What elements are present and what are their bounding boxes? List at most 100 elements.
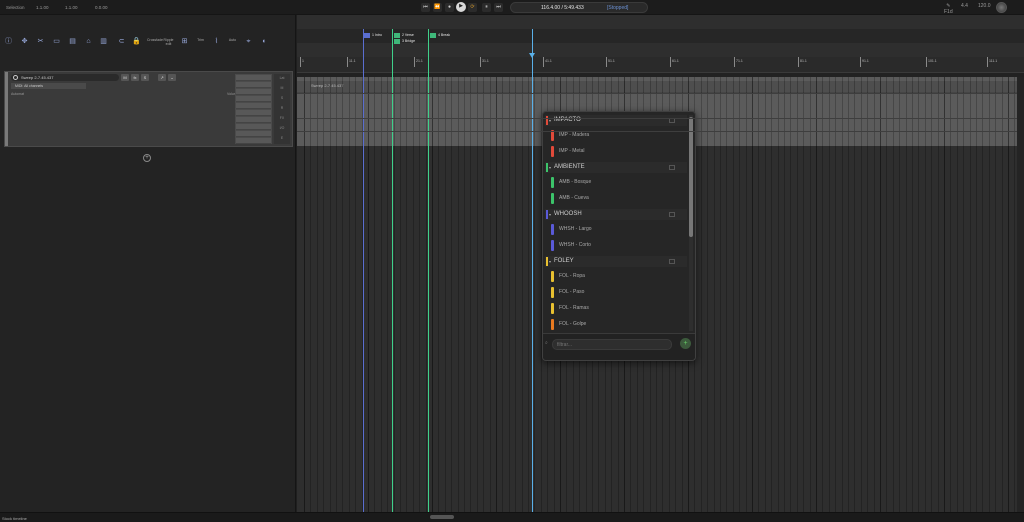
master-volume-knob[interactable] [996,2,1007,13]
move-tool-icon[interactable]: ✥ [19,36,30,47]
go-to-start-button[interactable]: ⏮ [421,3,430,12]
category-header[interactable]: ▾ WHOOSH [545,209,687,220]
marker-flag[interactable]: 1 Intro [363,32,383,38]
fx-button[interactable]: fx [131,74,139,81]
split-tool-icon[interactable]: ▥ [98,36,109,47]
playhead-icon[interactable] [529,53,535,58]
playhead-line[interactable] [532,29,533,512]
record-arm-icon[interactable] [13,75,18,80]
category-item[interactable]: WHSH - Largo [545,222,687,236]
filter-input[interactable] [552,339,672,350]
trim-tool[interactable]: Trim [195,38,206,49]
marker-line[interactable] [392,29,393,512]
category-item[interactable]: FOL - Ropa [545,269,687,283]
crossfade-tool[interactable]: Crossfade [147,38,163,49]
category-header[interactable]: ▾ FOLEY [545,256,687,267]
horizontal-scroll-thumb[interactable] [430,515,454,519]
chevron-down-icon[interactable]: ▾ [549,209,551,220]
popup-scroll-thumb[interactable] [689,117,693,237]
track-header[interactable]: Sweep 2-7.45.437 M fx S ↗ ⌄ MIDI: All ch… [4,71,293,147]
metronome-icon[interactable]: ⌖ [243,36,254,47]
marker-lane[interactable]: 1 Intro 2 Verse 3 Bridge 4 Break [297,29,1024,44]
loop-button[interactable]: ⟳ [468,3,477,12]
status-text: Stock timeline [2,516,27,521]
grid-icon[interactable]: 4.4 [961,3,968,9]
marker-line[interactable] [428,29,429,512]
category-item[interactable]: IMP - Metal [545,144,687,158]
category-item[interactable]: FOL - Golpe [545,317,687,331]
marker-flag[interactable]: 3 Bridge [393,38,416,44]
category-item[interactable]: WHSH - Corto [545,238,687,252]
grid-line [426,77,427,512]
grid-line [406,77,407,512]
category-item[interactable]: AMB - Bosque [545,175,687,189]
chevron-down-icon[interactable]: ▾ [549,256,551,267]
category-header[interactable]: ▾ IMPACTO [545,115,687,126]
track-input-select[interactable]: MIDI: All channels [11,83,86,89]
marker-line[interactable] [363,29,364,512]
popup-scrollbar[interactable] [689,115,693,331]
item-color-swatch [551,193,554,204]
env-tool-icon[interactable]: ⌇ [211,36,222,47]
add-track-button[interactable]: + [143,154,151,162]
vertical-scrollbar[interactable] [1017,77,1024,512]
cut-tool-icon[interactable]: ✂ [35,36,46,47]
grid-line [374,77,375,512]
category-item[interactable]: FOL - Paso [545,285,687,299]
solo-button[interactable]: S [141,74,149,81]
track-side-button[interactable]: R [276,106,288,112]
track-side-button[interactable]: E [276,136,288,142]
env-button[interactable]: ⌄ [168,74,176,81]
loop-tool-icon[interactable]: ◐ [259,36,270,47]
item-label: WHSH - Largo [559,226,592,232]
grid-line [982,77,983,512]
edit-category-icon[interactable] [669,259,675,264]
track-side-button[interactable]: S [276,96,288,102]
bpm-display[interactable]: 120.0 [978,3,991,9]
marker-flag[interactable]: 4 Break [429,32,451,38]
category-item[interactable]: FOL - Ramas [545,301,687,315]
grid-line [854,77,855,512]
snap-tool-icon[interactable]: ⊂ [116,36,127,47]
info-icon[interactable]: ⓘ [3,36,14,47]
grid-line [381,77,382,512]
record-button[interactable]: ● [445,3,454,12]
select-tool-icon[interactable]: ⌂ [83,36,94,47]
track-side-button[interactable]: FX [276,116,288,122]
track-side-button[interactable]: I/O [276,126,288,132]
grid-line [349,77,350,512]
ripple-edit-tool[interactable]: Ripple edit [163,38,174,49]
edit-category-icon[interactable] [669,212,675,217]
pen-icon[interactable]: ✎ F1d [944,3,953,15]
mute-button[interactable]: M [121,74,129,81]
pause-button[interactable]: ⏸ [482,3,491,12]
selection-label: Selection [6,5,25,10]
lock-tool-icon[interactable]: 🔒 [131,36,142,47]
edit-category-icon[interactable] [669,165,675,170]
selection-end[interactable]: 1.1.00 [65,5,78,10]
grid-line [445,77,446,512]
category-item[interactable]: AMB - Cueva [545,191,687,205]
track-side-button[interactable]: Lat [276,76,288,82]
add-category-button[interactable]: + [680,338,691,349]
grid-tool-icon[interactable]: ⊞ [179,36,190,47]
ruler-tick [480,57,481,67]
status-bar: Stock timeline [0,512,1024,522]
auto-tool[interactable]: Auto [227,38,238,49]
time-display[interactable]: 116.4.00 / 5:49.433 [Stopped] [510,2,648,13]
go-to-end-button[interactable]: ⏭ [494,3,503,12]
route-button[interactable]: ↗ [158,74,166,81]
glue-tool-icon[interactable]: ▭ [51,36,62,47]
chevron-down-icon[interactable]: ▾ [549,115,551,126]
track-name-field[interactable]: Sweep 2-7.45.437 [11,74,119,81]
clip-tool-icon[interactable]: ▤ [67,36,78,47]
selection-length[interactable]: 0.0.00 [95,5,108,10]
ruler-tick-label: 111.1 [989,59,998,63]
category-header[interactable]: ▾ AMBIENTE [545,162,687,173]
play-button[interactable]: ▶ [456,2,466,12]
chevron-down-icon[interactable]: ▾ [549,162,551,173]
rewind-button[interactable]: ⏪ [433,3,442,12]
timeline-ruler[interactable]: 1 11.1 21.1 31.1 41.1 51.1 61.1 71.1 81.1 91.1 101… [297,57,1024,73]
selection-start[interactable]: 1.1.00 [36,5,49,10]
track-side-button[interactable]: M [276,86,288,92]
